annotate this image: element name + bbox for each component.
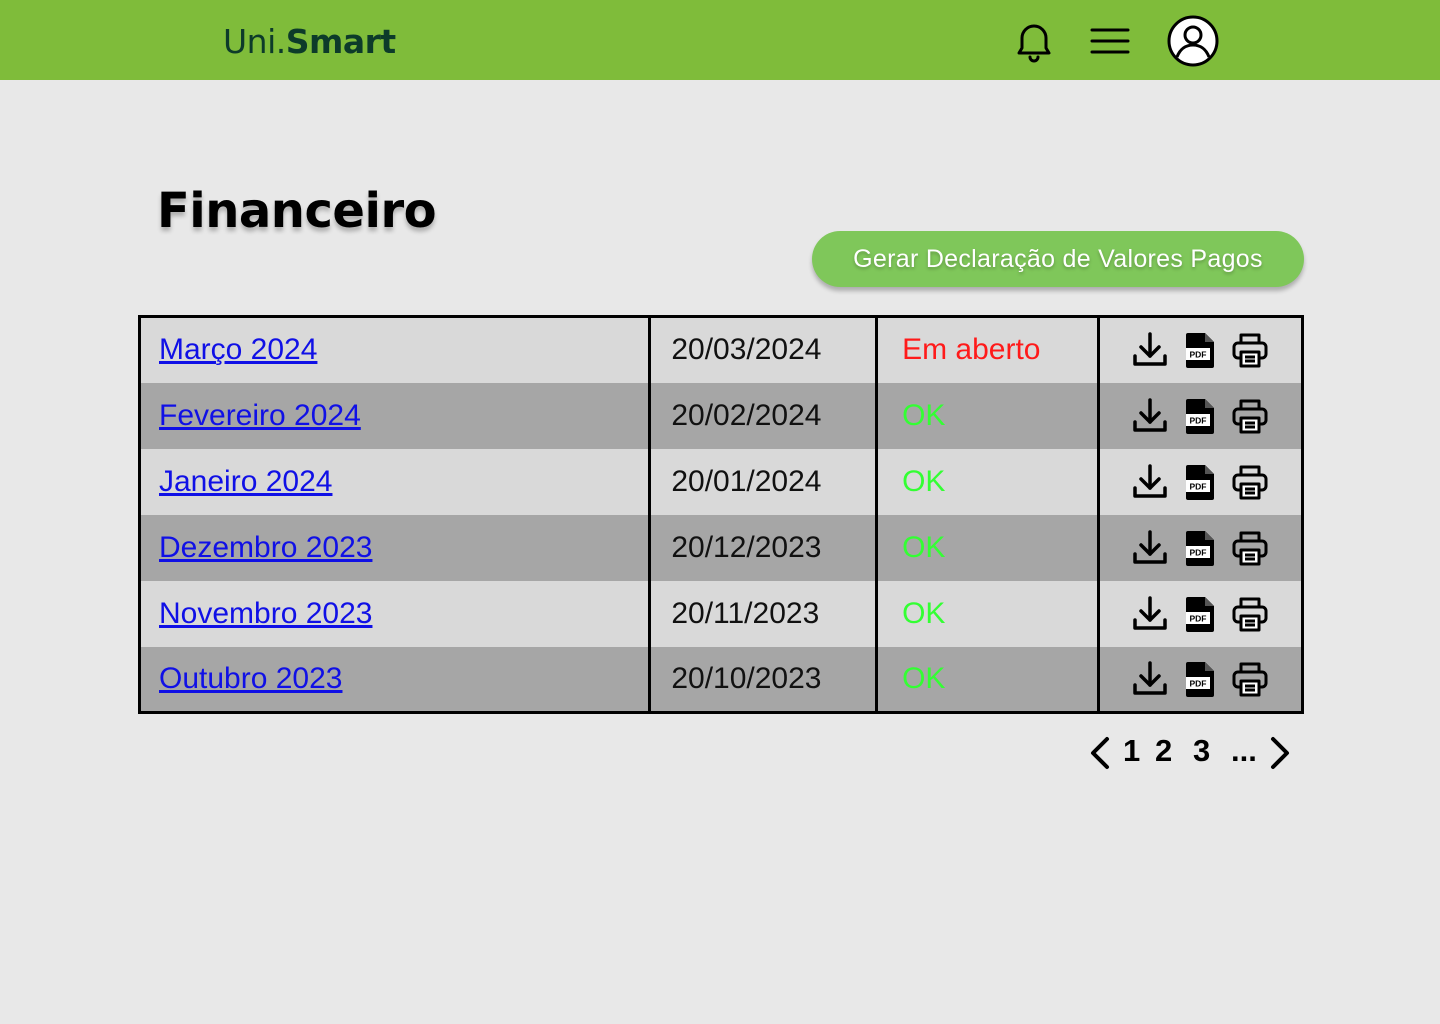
generate-declaration-button[interactable]: Gerar Declaração de Valores Pagos: [812, 231, 1304, 287]
actions-cell: PDF: [1098, 382, 1303, 449]
pdf-file-icon[interactable]: PDF: [1180, 528, 1220, 568]
page-title: Financeiro: [157, 183, 437, 239]
user-profile-icon[interactable]: [1167, 15, 1219, 67]
page-link-3[interactable]: 3: [1193, 733, 1210, 769]
svg-text:PDF: PDF: [1189, 415, 1206, 425]
month-link[interactable]: Outubro 2023: [159, 662, 342, 695]
bell-icon[interactable]: [1008, 16, 1060, 68]
month-cell: Dezembro 2023: [139, 514, 652, 581]
due-date-cell: 20/01/2024: [649, 448, 879, 515]
printer-icon[interactable]: [1230, 528, 1270, 568]
download-icon[interactable]: [1130, 659, 1170, 699]
pdf-file-icon[interactable]: PDF: [1180, 396, 1220, 436]
due-date-cell: 20/11/2023: [649, 580, 879, 647]
svg-text:PDF: PDF: [1189, 547, 1206, 557]
pdf-file-icon[interactable]: PDF: [1180, 330, 1220, 370]
actions-cell: PDF: [1098, 316, 1303, 383]
download-icon[interactable]: [1130, 594, 1170, 634]
month-cell: Fevereiro 2024: [139, 382, 652, 449]
month-link[interactable]: Novembro 2023: [159, 597, 372, 630]
status-cell: OK: [876, 580, 1100, 647]
page-ellipsis: ...: [1231, 733, 1257, 768]
download-icon[interactable]: [1130, 330, 1170, 370]
status-text: OK: [902, 398, 946, 432]
table-row: Março 2024 20/03/2024 Em aberto PDF: [139, 316, 1303, 383]
chevron-right-icon[interactable]: [1268, 735, 1292, 771]
status-text: Em aberto: [902, 333, 1041, 367]
table-row: Outubro 2023 20/10/2023 OK PDF: [139, 646, 1303, 713]
brand-name-part2: Smart: [285, 22, 396, 61]
top-bar: Uni.Smart: [0, 0, 1440, 80]
chevron-left-icon[interactable]: [1088, 735, 1112, 771]
month-link[interactable]: Março 2024: [159, 333, 317, 366]
printer-icon[interactable]: [1230, 659, 1270, 699]
month-link[interactable]: Fevereiro 2024: [159, 399, 361, 432]
table-row: Novembro 2023 20/11/2023 OK PDF: [139, 580, 1303, 647]
page-link-1[interactable]: 1: [1123, 733, 1140, 769]
month-cell: Março 2024: [139, 316, 652, 383]
month-cell: Outubro 2023: [139, 646, 652, 713]
pdf-file-icon[interactable]: PDF: [1180, 594, 1220, 634]
due-date-cell: 20/02/2024: [649, 382, 879, 449]
svg-text:PDF: PDF: [1189, 350, 1206, 360]
status-text: OK: [902, 596, 946, 630]
printer-icon[interactable]: [1230, 396, 1270, 436]
pdf-file-icon[interactable]: PDF: [1180, 659, 1220, 699]
due-date-cell: 20/12/2023: [649, 514, 879, 581]
download-icon[interactable]: [1130, 396, 1170, 436]
month-cell: Janeiro 2024: [139, 448, 652, 515]
status-text: OK: [902, 661, 946, 695]
actions-cell: PDF: [1098, 646, 1303, 713]
table-row: Fevereiro 2024 20/02/2024 OK PDF: [139, 382, 1303, 449]
page-link-2[interactable]: 2: [1155, 733, 1172, 769]
actions-cell: PDF: [1098, 580, 1303, 647]
actions-cell: PDF: [1098, 514, 1303, 581]
status-cell: OK: [876, 448, 1100, 515]
table-row: Janeiro 2024 20/01/2024 OK PDF: [139, 448, 1303, 515]
brand-logo[interactable]: Uni.Smart: [223, 22, 396, 61]
download-icon[interactable]: [1130, 528, 1170, 568]
due-date-cell: 20/10/2023: [649, 646, 879, 713]
status-cell: OK: [876, 514, 1100, 581]
hamburger-menu-icon[interactable]: [1084, 16, 1136, 68]
month-link[interactable]: Dezembro 2023: [159, 531, 372, 564]
month-link[interactable]: Janeiro 2024: [159, 465, 332, 498]
actions-cell: PDF: [1098, 448, 1303, 515]
status-text: OK: [902, 530, 946, 564]
svg-text:PDF: PDF: [1189, 481, 1206, 491]
table-row: Dezembro 2023 20/12/2023 OK PDF: [139, 514, 1303, 581]
svg-text:PDF: PDF: [1189, 613, 1206, 623]
pdf-file-icon[interactable]: PDF: [1180, 462, 1220, 502]
download-icon[interactable]: [1130, 462, 1170, 502]
printer-icon[interactable]: [1230, 462, 1270, 502]
printer-icon[interactable]: [1230, 594, 1270, 634]
status-cell: OK: [876, 646, 1100, 713]
due-date-cell: 20/03/2024: [649, 316, 879, 383]
financial-table: Março 2024 20/03/2024 Em aberto PDF Fevereir…: [138, 315, 1304, 714]
status-cell: Em aberto: [876, 316, 1100, 383]
status-cell: OK: [876, 382, 1100, 449]
status-text: OK: [902, 464, 946, 498]
printer-icon[interactable]: [1230, 330, 1270, 370]
svg-text:PDF: PDF: [1189, 678, 1206, 688]
month-cell: Novembro 2023: [139, 580, 652, 647]
brand-name-part1: Uni.: [223, 22, 286, 61]
